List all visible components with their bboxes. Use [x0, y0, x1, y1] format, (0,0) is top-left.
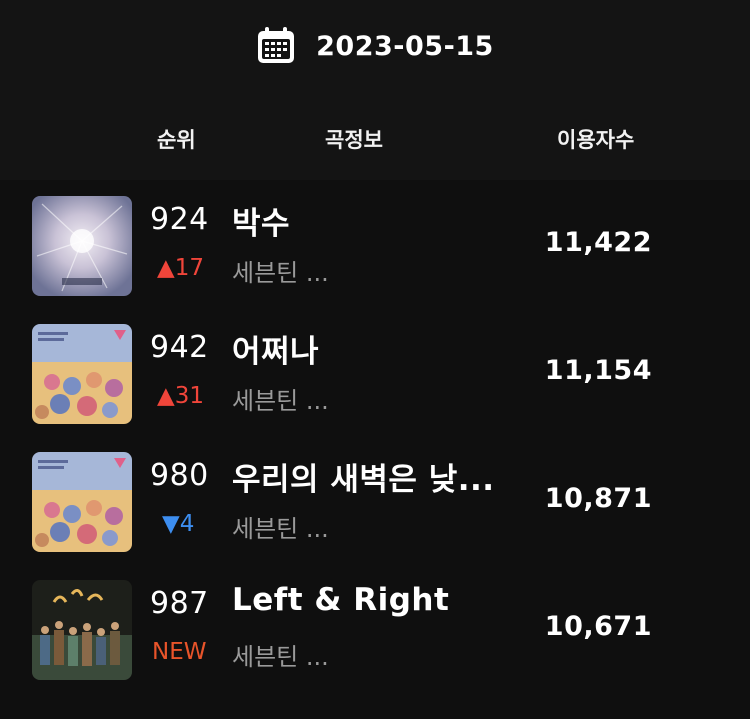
rank-change-new: NEW	[152, 639, 207, 665]
chart-row[interactable]: 924 ▲17 박수 세븐틴 ... 11,422	[0, 180, 750, 308]
song-title[interactable]: 박수	[232, 198, 290, 243]
album-cover[interactable]	[32, 196, 132, 296]
column-header-users: 이용자수	[557, 128, 635, 152]
chart-row[interactable]: 987 NEW Left & Right 세븐틴 ... 10,671	[0, 564, 750, 692]
column-header-rank: 순위	[157, 128, 196, 152]
artist-name[interactable]: 세븐틴 ...	[232, 381, 329, 416]
rank-change-down: ▼4	[162, 511, 195, 537]
chart-header: 2023-05-15 순위 곡정보 이용자수	[0, 0, 750, 180]
rank-change-up: ▲17	[157, 255, 204, 281]
calendar-icon[interactable]	[256, 26, 296, 66]
album-cover[interactable]	[32, 324, 132, 424]
user-count: 11,154	[544, 355, 652, 386]
rank-number: 942	[150, 330, 209, 365]
chart-row[interactable]: 942 ▲31 어쩌나 세븐틴 ... 11,154	[0, 308, 750, 436]
song-title[interactable]: 어쩌나	[232, 326, 319, 371]
chart-row[interactable]: 980 ▼4 우리의 새벽은 낮... 세븐틴 ... 10,871	[0, 436, 750, 564]
rank-change-up: ▲31	[157, 383, 204, 409]
artist-name[interactable]: 세븐틴 ...	[232, 509, 329, 544]
date-selector[interactable]: 2023-05-15	[0, 26, 750, 66]
album-cover[interactable]	[32, 580, 132, 680]
song-title[interactable]: Left & Right	[232, 582, 449, 618]
artist-name[interactable]: 세븐틴 ...	[232, 253, 329, 288]
user-count: 11,422	[544, 227, 652, 258]
rank-number: 987	[150, 586, 209, 621]
user-count: 10,871	[544, 483, 652, 514]
rank-number: 980	[150, 458, 209, 493]
user-count: 10,671	[544, 611, 652, 642]
album-cover[interactable]	[32, 452, 132, 552]
song-title[interactable]: 우리의 새벽은 낮...	[232, 454, 495, 499]
date-label: 2023-05-15	[316, 30, 494, 62]
column-header-song-info: 곡정보	[325, 128, 383, 152]
artist-name[interactable]: 세븐틴 ...	[232, 637, 329, 672]
rank-number: 924	[150, 202, 209, 237]
